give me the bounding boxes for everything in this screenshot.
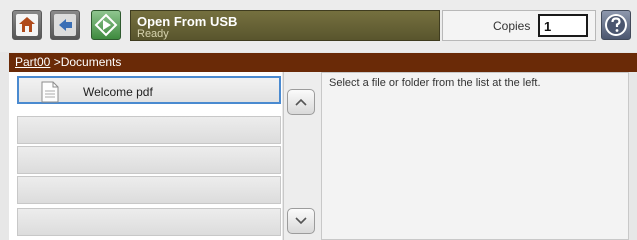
help-icon [605, 14, 627, 36]
file-list: Welcome pdf [9, 72, 282, 240]
breadcrumb-separator: > [50, 55, 61, 69]
copies-panel: Copies 1 [442, 10, 596, 41]
status-text: Ready [137, 28, 169, 40]
list-item[interactable] [17, 116, 281, 144]
list-item[interactable] [17, 208, 281, 236]
scrollbar[interactable] [283, 72, 321, 240]
usb-start-icon [94, 13, 118, 37]
status-panel: Open From USB Ready [130, 10, 440, 41]
back-button[interactable] [50, 10, 80, 40]
home-icon [16, 14, 38, 36]
details-hint-text: Select a file or folder from the list at… [329, 77, 541, 89]
breadcrumb-root-link[interactable]: Part00 [15, 55, 50, 69]
scroll-up-button[interactable] [287, 89, 315, 115]
copies-label: Copies [493, 19, 531, 33]
top-bar: Open From USB Ready Copies 1 [0, 0, 637, 52]
start-button[interactable] [91, 10, 121, 40]
page-title: Open From USB [137, 14, 238, 29]
list-item[interactable]: Welcome pdf [17, 76, 281, 104]
document-icon [41, 81, 59, 103]
home-button[interactable] [12, 10, 42, 40]
breadcrumb: Part00 >Documents [9, 53, 637, 72]
chevron-down-icon [295, 217, 307, 225]
back-arrow-icon [54, 14, 76, 36]
chevron-up-icon [295, 98, 307, 106]
copies-input[interactable]: 1 [538, 14, 588, 37]
list-item[interactable] [17, 146, 281, 174]
details-panel: Select a file or folder from the list at… [321, 72, 629, 240]
breadcrumb-current: Documents [60, 55, 122, 69]
file-name: Welcome pdf [83, 85, 153, 99]
scroll-down-button[interactable] [287, 208, 315, 234]
list-item[interactable] [17, 176, 281, 204]
help-button[interactable] [601, 10, 631, 40]
